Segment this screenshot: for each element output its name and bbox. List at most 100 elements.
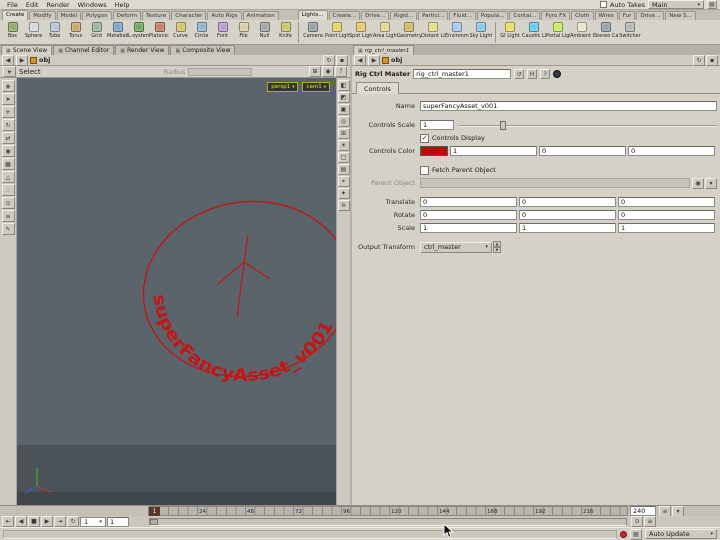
pane-type-icon[interactable]: ▦ bbox=[358, 48, 363, 54]
shelf-tool[interactable]: Platonic S... bbox=[149, 21, 170, 44]
3d-viewport[interactable]: superFancyAsset_v001 persp1 ▾ cam1 ▾ bbox=[17, 78, 336, 505]
color-b-field[interactable] bbox=[628, 146, 715, 156]
transport-button[interactable]: ■ bbox=[28, 516, 40, 527]
viewport-tool-icon[interactable]: △ bbox=[1, 171, 15, 183]
playbar-track[interactable] bbox=[149, 517, 627, 526]
shelf-tool[interactable]: Switcher bbox=[618, 21, 642, 44]
select-arrow-icon[interactable]: ➤ bbox=[3, 66, 16, 77]
viewport-tool-icon[interactable]: ◈ bbox=[1, 80, 15, 92]
display-option-icon[interactable]: ▣ bbox=[337, 104, 350, 115]
shelf-tool[interactable]: Area Light bbox=[373, 21, 397, 44]
take-selector[interactable]: Main ▾ bbox=[648, 0, 704, 9]
pane-type-icon[interactable]: ▦ bbox=[6, 48, 11, 54]
shelf-tab[interactable]: Cloth bbox=[571, 11, 594, 20]
display-option-icon[interactable]: ≋ bbox=[337, 200, 350, 211]
display-option-icon[interactable]: ◎ bbox=[337, 116, 350, 127]
history-icon[interactable]: ↻ bbox=[323, 54, 335, 66]
controls-scale-field[interactable] bbox=[420, 120, 454, 130]
pane-type-icon[interactable]: ▦ bbox=[120, 48, 125, 54]
shelf-tab[interactable]: Texture bbox=[142, 11, 171, 20]
shelf-tool[interactable]: Curve bbox=[170, 21, 191, 44]
shelf-tool[interactable]: Box bbox=[2, 21, 23, 44]
pane-tab[interactable]: ▦ rig_ctrl_master1 bbox=[353, 45, 415, 55]
back-icon[interactable]: ◀ bbox=[2, 54, 14, 66]
hda-icon[interactable]: H bbox=[527, 69, 538, 79]
forward-icon[interactable]: ▶ bbox=[16, 54, 28, 66]
output-transform-spinner[interactable]: ▲ ▼ bbox=[493, 241, 501, 253]
translate-x-field[interactable] bbox=[420, 197, 517, 207]
pane-tab[interactable]: ▦ Render View bbox=[115, 45, 170, 55]
controls-folder-tab[interactable]: Controls bbox=[356, 82, 399, 94]
current-frame-field[interactable]: 1 ▾ bbox=[80, 516, 106, 527]
shelf-tool[interactable]: Sky Light bbox=[469, 21, 493, 44]
transport-button[interactable]: ⇥ bbox=[54, 516, 66, 527]
rotate-z-field[interactable] bbox=[618, 210, 715, 220]
shelf-tab[interactable]: Deform bbox=[112, 11, 142, 20]
shelf-tool[interactable]: Font bbox=[212, 21, 233, 44]
pane-type-icon[interactable]: ▦ bbox=[58, 48, 63, 54]
shelf-tool[interactable]: Distant Li... bbox=[421, 21, 445, 44]
history-icon[interactable]: ↻ bbox=[693, 54, 705, 66]
transport-button[interactable]: ⇤ bbox=[2, 516, 14, 527]
slider-handle[interactable] bbox=[500, 120, 507, 130]
shelf-tool[interactable]: Camera bbox=[301, 21, 325, 44]
translate-z-field[interactable] bbox=[618, 197, 715, 207]
playbar-options-icon[interactable]: ≡ bbox=[644, 516, 656, 527]
viewport-tool-icon[interactable]: ◉ bbox=[1, 145, 15, 157]
end-frame-field[interactable] bbox=[630, 506, 656, 516]
shelf-tab[interactable]: Polygon bbox=[82, 11, 112, 20]
display-option-icon[interactable]: ⌖ bbox=[337, 176, 350, 187]
shelf-tab[interactable]: Rigid... bbox=[389, 11, 418, 20]
display-option-icon[interactable]: □ bbox=[337, 152, 350, 163]
shelf-tool[interactable]: Grid bbox=[86, 21, 107, 44]
spinner-down-icon[interactable]: ▼ bbox=[493, 247, 501, 253]
pin-icon[interactable]: ▪ bbox=[336, 54, 348, 66]
menu-item[interactable]: Render bbox=[42, 1, 73, 9]
transport-button[interactable]: ▶ bbox=[41, 516, 53, 527]
help-icon[interactable]: ? bbox=[540, 69, 551, 79]
shelf-tool[interactable]: Sphere bbox=[23, 21, 44, 44]
shelf-tab[interactable]: Particl... bbox=[418, 11, 449, 20]
timeline-ruler[interactable]: 1 24 48 72 96 120 144 168 192 bbox=[148, 506, 628, 516]
display-option-icon[interactable]: ⊞ bbox=[337, 128, 350, 139]
node-color-dot-icon[interactable] bbox=[553, 70, 562, 78]
pane-type-icon[interactable]: ▦ bbox=[175, 48, 180, 54]
shelf-tool[interactable]: GI Light bbox=[498, 21, 522, 44]
shelf-tab[interactable]: Create bbox=[2, 10, 29, 20]
transport-button[interactable]: ◀ bbox=[15, 516, 27, 527]
controls-display-checkbox[interactable] bbox=[420, 133, 429, 143]
shelf-tab[interactable]: Popula... bbox=[476, 11, 509, 20]
shelf-tab[interactable]: Drive... bbox=[361, 11, 389, 20]
shelf-tool[interactable]: Spot Light bbox=[349, 21, 373, 44]
display-option-icon[interactable]: ☀ bbox=[337, 140, 350, 151]
viewport-tool-icon[interactable]: ➤ bbox=[1, 93, 15, 105]
viewport-tool-icon[interactable]: ✛ bbox=[1, 106, 15, 118]
secure-selection-icon[interactable]: ◉ bbox=[322, 66, 334, 77]
range-options-icon[interactable]: ≡ bbox=[659, 505, 671, 517]
realtime-toggle-icon[interactable]: ⊙ bbox=[631, 516, 643, 527]
takes-list-icon[interactable]: ▤ bbox=[707, 0, 717, 9]
viewport-tool-icon[interactable]: ⇄ bbox=[1, 132, 15, 144]
viewport-tool-icon[interactable]: ↻ bbox=[1, 119, 15, 131]
display-option-icon[interactable]: ✦ bbox=[337, 188, 350, 199]
viewport-tool-icon[interactable]: ▦ bbox=[1, 158, 15, 170]
shelf-tool[interactable]: Geometry ... bbox=[397, 21, 421, 44]
menu-arrow-icon[interactable]: ▾ bbox=[705, 177, 717, 189]
color-r-field[interactable] bbox=[450, 146, 537, 156]
shelf-tab[interactable]: Fur bbox=[618, 11, 636, 20]
message-log-icon[interactable]: ▤ bbox=[630, 528, 642, 540]
shelf-tool[interactable]: Point Light bbox=[325, 21, 349, 44]
shelf-tool[interactable]: Portal Light bbox=[546, 21, 570, 44]
recook-icon[interactable]: ↺ bbox=[514, 69, 525, 79]
shelf-tool[interactable]: L-system bbox=[128, 21, 149, 44]
shelf-tab[interactable]: Character bbox=[171, 11, 207, 20]
shelf-tab[interactable]: New S... bbox=[665, 11, 696, 20]
auto-update-dropdown[interactable]: Auto Update ▾ bbox=[645, 529, 717, 539]
shelf-tab[interactable]: Fluid... bbox=[449, 11, 476, 20]
shelf-tab[interactable]: Wires bbox=[594, 11, 618, 20]
shelf-tool[interactable]: Tube bbox=[44, 21, 65, 44]
shelf-tool[interactable]: Knife bbox=[275, 21, 296, 44]
range-start-field[interactable] bbox=[107, 516, 129, 527]
rig-null-axis-icon[interactable] bbox=[217, 234, 271, 319]
viewport-tool-icon[interactable]: ≡ bbox=[1, 210, 15, 222]
